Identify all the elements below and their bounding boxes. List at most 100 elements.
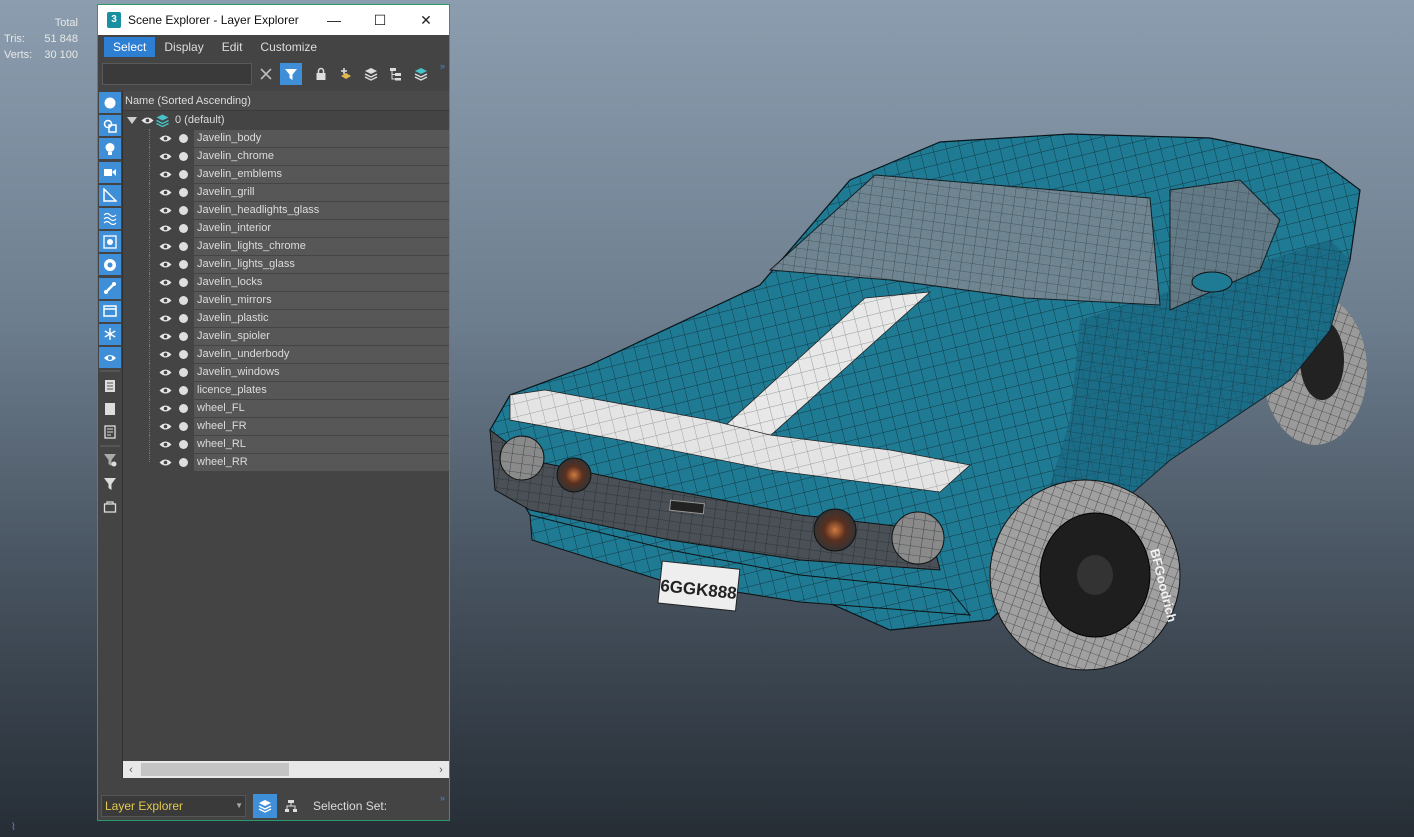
toolbar-overflow-icon[interactable]: »: [440, 61, 445, 71]
table-row[interactable]: Javelin_locks: [123, 273, 449, 291]
sort-by-layer-icon[interactable]: [253, 794, 277, 818]
render-dot-icon[interactable]: [179, 187, 188, 197]
render-dot-icon[interactable]: [179, 151, 188, 161]
visibility-eye-icon[interactable]: [159, 314, 172, 323]
horizontal-scrollbar[interactable]: ‹ ›: [123, 761, 449, 778]
filter-toggle-icon[interactable]: [280, 63, 302, 85]
menu-edit[interactable]: Edit: [213, 37, 252, 57]
object-name[interactable]: Javelin_spioler: [194, 327, 449, 345]
lock-icon[interactable]: [310, 63, 332, 85]
object-name[interactable]: licence_plates: [194, 381, 449, 399]
sort-by-hierarchy-icon[interactable]: [279, 794, 303, 818]
xrefs-filter-icon[interactable]: [99, 254, 121, 276]
frozen-filter-icon[interactable]: [99, 323, 121, 345]
render-dot-icon[interactable]: [179, 223, 188, 233]
table-row[interactable]: Javelin_windows: [123, 363, 449, 381]
scroll-thumb[interactable]: [141, 763, 289, 776]
geometry-filter-icon[interactable]: [99, 92, 121, 113]
layers-icon[interactable]: [410, 63, 432, 85]
helpers-filter-icon[interactable]: [99, 184, 121, 206]
create-layer-icon[interactable]: [360, 63, 382, 85]
object-name[interactable]: Javelin_body: [194, 129, 449, 147]
display-all-icon[interactable]: [99, 375, 121, 396]
clear-search-icon[interactable]: [255, 63, 277, 85]
lights-filter-icon[interactable]: [99, 138, 121, 160]
visibility-eye-icon[interactable]: [159, 134, 172, 143]
render-dot-icon[interactable]: [179, 169, 188, 179]
maximize-button[interactable]: ☐: [357, 5, 403, 35]
visibility-eye-icon[interactable]: [159, 458, 172, 467]
render-dot-icon[interactable]: [179, 457, 188, 467]
object-name[interactable]: wheel_FR: [194, 417, 449, 435]
visibility-eye-icon[interactable]: [159, 440, 172, 449]
display-none-icon[interactable]: [99, 398, 121, 419]
render-dot-icon[interactable]: [179, 421, 188, 431]
hierarchy-icon[interactable]: [385, 63, 407, 85]
table-row[interactable]: Javelin_lights_chrome: [123, 237, 449, 255]
explorer-mode-dropdown[interactable]: Layer Explorer ▼: [101, 795, 246, 817]
render-dot-icon[interactable]: [179, 277, 188, 287]
object-name[interactable]: Javelin_locks: [194, 273, 449, 291]
hidden-filter-icon[interactable]: [99, 347, 121, 369]
render-dot-icon[interactable]: [179, 349, 188, 359]
spacewarps-filter-icon[interactable]: [99, 207, 121, 229]
shapes-filter-icon[interactable]: [99, 115, 121, 137]
render-dot-icon[interactable]: [179, 385, 188, 395]
menu-display[interactable]: Display: [155, 37, 212, 57]
menu-customize[interactable]: Customize: [251, 37, 326, 57]
object-name[interactable]: Javelin_plastic: [194, 309, 449, 327]
visibility-eye-icon[interactable]: [141, 116, 154, 125]
bones-filter-icon[interactable]: [99, 277, 121, 299]
object-name[interactable]: wheel_RR: [194, 453, 449, 471]
object-name[interactable]: Javelin_headlights_glass: [194, 201, 449, 219]
scene-explorer-window[interactable]: 3 Scene Explorer - Layer Explorer — ☐ ✕ …: [97, 4, 450, 821]
filter-funnel-icon[interactable]: [99, 473, 121, 494]
table-row[interactable]: wheel_FL: [123, 399, 449, 417]
object-name[interactable]: Javelin_interior: [194, 219, 449, 237]
visibility-eye-icon[interactable]: [159, 368, 172, 377]
object-name[interactable]: Javelin_chrome: [194, 147, 449, 165]
object-name[interactable]: Javelin_mirrors: [194, 291, 449, 309]
groups-filter-icon[interactable]: [99, 231, 121, 253]
render-dot-icon[interactable]: [179, 205, 188, 215]
visibility-eye-icon[interactable]: [159, 422, 172, 431]
scroll-track[interactable]: [139, 763, 433, 776]
render-dot-icon[interactable]: [179, 133, 188, 143]
object-name[interactable]: Javelin_emblems: [194, 165, 449, 183]
table-row[interactable]: wheel_RR: [123, 453, 449, 471]
table-row[interactable]: Javelin_mirrors: [123, 291, 449, 309]
table-row[interactable]: licence_plates: [123, 381, 449, 399]
object-name[interactable]: Javelin_underbody: [194, 345, 449, 363]
visibility-eye-icon[interactable]: [159, 404, 172, 413]
tree-column-header[interactable]: Name (Sorted Ascending): [123, 91, 449, 111]
car-viewport-model[interactable]: 6GGK888 BFGoodrich: [470, 120, 1380, 680]
table-row[interactable]: Javelin_emblems: [123, 165, 449, 183]
table-row[interactable]: Javelin_lights_glass: [123, 255, 449, 273]
object-name[interactable]: wheel_RL: [194, 435, 449, 453]
close-button[interactable]: ✕: [403, 5, 449, 35]
visibility-eye-icon[interactable]: [159, 350, 172, 359]
table-row[interactable]: Javelin_chrome: [123, 147, 449, 165]
table-row[interactable]: Javelin_body: [123, 129, 449, 147]
window-titlebar[interactable]: 3 Scene Explorer - Layer Explorer — ☐ ✕: [98, 5, 449, 35]
invert-display-icon[interactable]: [99, 422, 121, 443]
render-dot-icon[interactable]: [179, 241, 188, 251]
table-row[interactable]: Javelin_headlights_glass: [123, 201, 449, 219]
visibility-eye-icon[interactable]: [159, 242, 172, 251]
render-dot-icon[interactable]: [179, 367, 188, 377]
scroll-left-icon[interactable]: ‹: [123, 764, 139, 776]
collapse-arrow-icon[interactable]: [127, 116, 137, 124]
menu-select[interactable]: Select: [104, 37, 156, 57]
object-name[interactable]: Javelin_lights_glass: [194, 255, 449, 273]
visibility-eye-icon[interactable]: [159, 386, 172, 395]
search-input[interactable]: [102, 63, 252, 85]
render-dot-icon[interactable]: [179, 403, 188, 413]
visibility-eye-icon[interactable]: [159, 260, 172, 269]
table-row[interactable]: wheel_FR: [123, 417, 449, 435]
render-dot-icon[interactable]: [179, 331, 188, 341]
visibility-eye-icon[interactable]: [159, 206, 172, 215]
table-row[interactable]: wheel_RL: [123, 435, 449, 453]
render-dot-icon[interactable]: [179, 295, 188, 305]
table-row[interactable]: Javelin_grill: [123, 183, 449, 201]
containers-filter-icon[interactable]: [99, 300, 121, 322]
